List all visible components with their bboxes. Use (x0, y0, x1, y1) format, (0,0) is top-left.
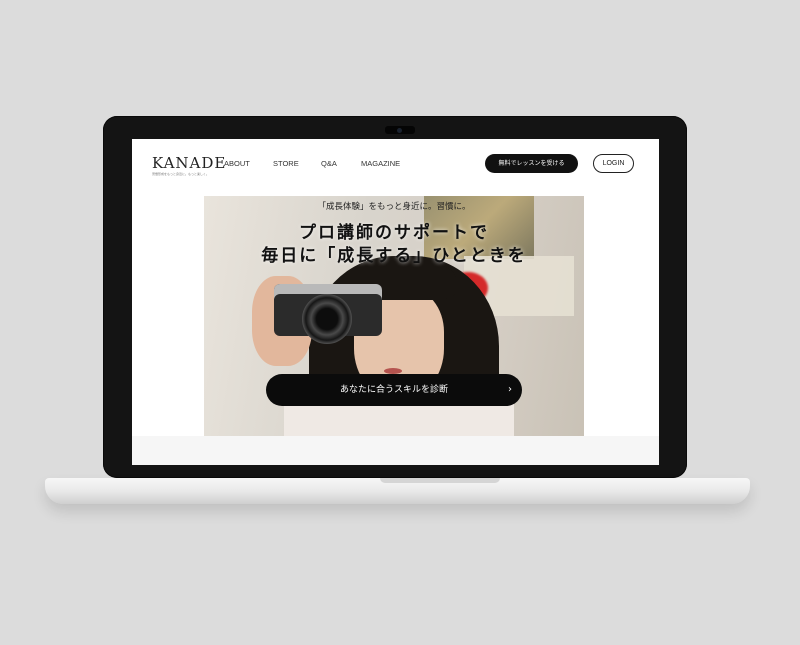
hero-title-line-2: 毎日に「成長する」ひとときを (261, 246, 527, 266)
nav-item-qa[interactable]: Q&A (321, 159, 337, 168)
browser-screen: KANADE 習慣形成をもっと身近に。もっと楽しく。 ABOUT STORE Q… (132, 139, 659, 465)
content-section-top (132, 436, 659, 465)
laptop-base (45, 478, 750, 504)
site-tagline: 習慣形成をもっと身近に。もっと楽しく。 (152, 172, 210, 176)
skill-diagnosis-button[interactable]: あなたに合うスキルを診断 › (266, 374, 522, 406)
site-logo[interactable]: KANADE (152, 154, 226, 172)
hero-section: 「成長体験」をもっと身近に。習慣に。 プロ講師のサポートで 毎日に「成長する」ひ… (204, 196, 584, 436)
site-header: KANADE 習慣形成をもっと身近に。もっと楽しく。 ABOUT STORE Q… (132, 139, 659, 189)
skill-diagnosis-label: あなたに合うスキルを診断 (339, 385, 448, 395)
nav-item-magazine[interactable]: MAGAZINE (361, 159, 400, 168)
hero-title-line-1: プロ講師のサポートで (299, 223, 489, 243)
hero-subheading: 「成長体験」をもっと身近に。習慣に。 (317, 202, 471, 212)
camera-lens (302, 294, 352, 344)
laptop-notch (380, 478, 500, 483)
nav-item-about[interactable]: ABOUT (224, 159, 250, 168)
free-lesson-button[interactable]: 無料でレッスンを受ける (485, 154, 578, 173)
nav-item-store[interactable]: STORE (273, 159, 299, 168)
login-button[interactable]: LOGIN (593, 154, 634, 173)
chevron-right-icon: › (508, 384, 512, 395)
woman-shirt (284, 401, 514, 436)
webcam (385, 126, 415, 134)
